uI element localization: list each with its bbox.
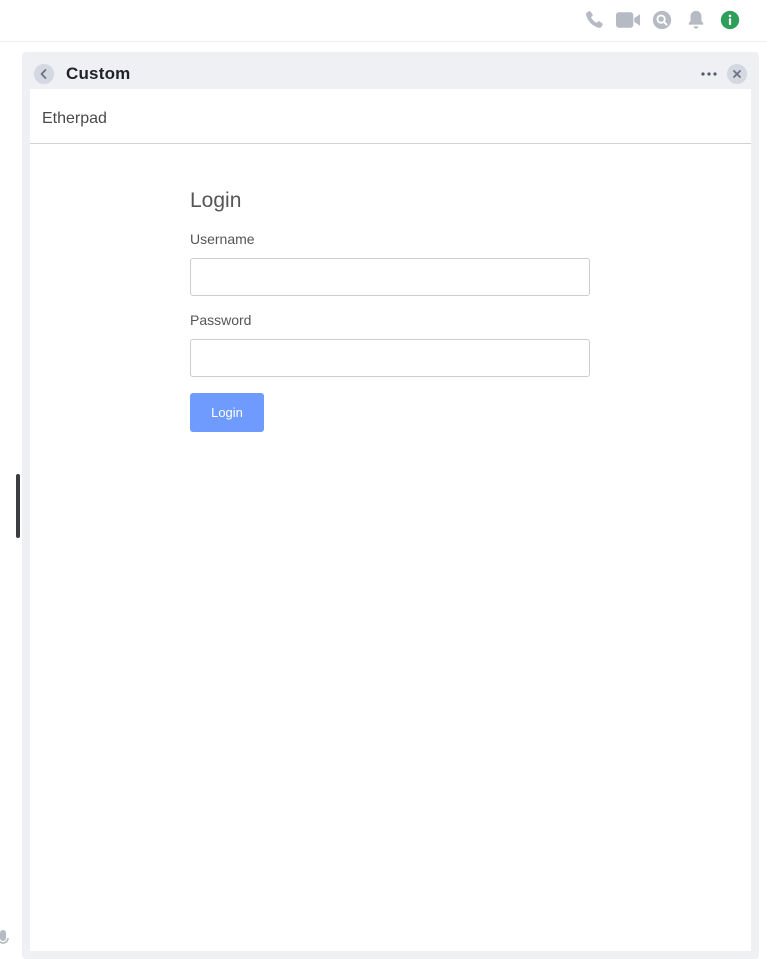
- password-label: Password: [190, 312, 252, 328]
- microphone-icon[interactable]: [0, 928, 10, 948]
- top-toolbar: [0, 0, 767, 42]
- etherpad-header: Etherpad: [30, 89, 751, 144]
- phone-icon[interactable]: [583, 9, 605, 31]
- more-horizontal-icon: [701, 72, 717, 76]
- etherpad-frame: Etherpad Login Username Password Login: [30, 89, 751, 951]
- close-button[interactable]: [727, 64, 747, 84]
- etherpad-brand: Etherpad: [42, 110, 107, 127]
- panel-header: Custom: [22, 52, 759, 89]
- more-options-button[interactable]: [700, 66, 718, 82]
- username-input[interactable]: [190, 258, 590, 296]
- info-icon[interactable]: [719, 9, 741, 31]
- login-form: Login Username Password Login: [190, 189, 592, 432]
- back-button[interactable]: [34, 64, 54, 84]
- username-label: Username: [190, 231, 255, 247]
- video-icon[interactable]: [616, 9, 641, 31]
- login-button[interactable]: Login: [190, 393, 264, 432]
- search-icon[interactable]: [651, 9, 673, 31]
- login-title: Login: [190, 189, 242, 212]
- panel-title: Custom: [66, 64, 131, 83]
- password-input[interactable]: [190, 339, 590, 377]
- contextual-panel: Custom Etherpad Login Username Password …: [22, 52, 759, 959]
- bell-icon[interactable]: [685, 9, 707, 31]
- close-icon: [733, 70, 741, 78]
- chevron-left-icon: [40, 69, 47, 79]
- resize-handle[interactable]: [16, 474, 20, 538]
